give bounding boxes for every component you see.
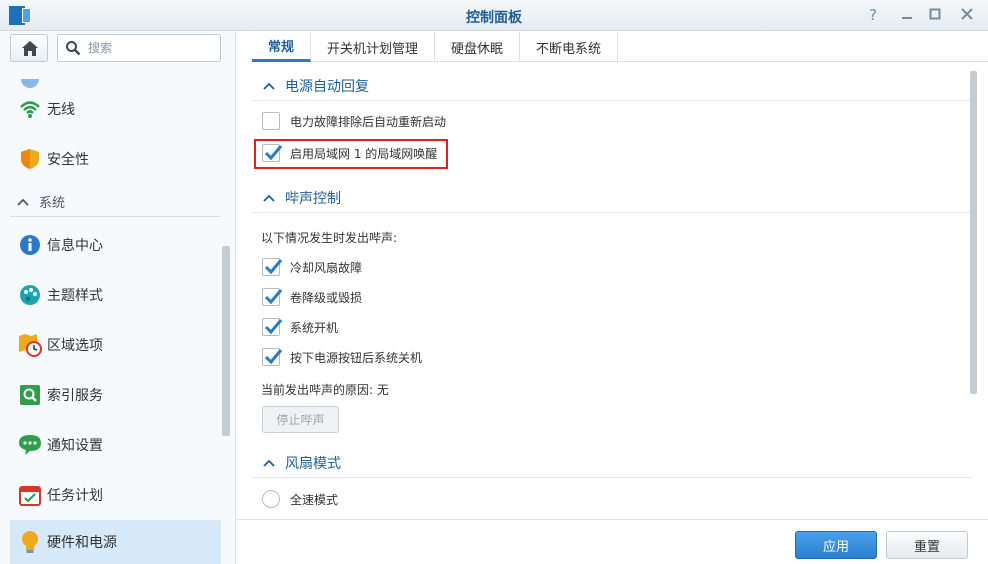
section-power-recovery-header[interactable]: 电源自动回复 [252, 71, 972, 101]
stop-beep-button[interactable]: 停止哔声 [262, 406, 339, 433]
fan-full-speed-option[interactable]: 全速模式 [262, 487, 338, 511]
window-title: 控制面板 [466, 10, 522, 26]
sidebar-item-label: 任务计划 [47, 488, 103, 504]
wake-on-lan-option[interactable]: 启用局域网 1 的局域网唤醒 [262, 141, 437, 165]
apply-button[interactable]: 应用 [795, 531, 877, 559]
checkmark-icon [264, 145, 283, 161]
beep-system-startup-checkbox[interactable] [262, 318, 283, 336]
chevron-up-icon [263, 459, 275, 467]
section-title: 哔声控制 [285, 190, 341, 207]
restart-after-power-failure-checkbox[interactable] [262, 112, 280, 130]
sidebar-item-regional[interactable]: 区域选项 [10, 323, 221, 367]
sidebar-item-indexing[interactable]: 索引服务 [10, 373, 221, 417]
section-beep-control-header[interactable]: 哔声控制 [252, 183, 972, 213]
search-icon [66, 41, 81, 56]
beep-volume-degraded-checkbox[interactable] [262, 288, 283, 306]
beep-power-button-shutdown-option[interactable]: 按下电源按钮后系统关机 [262, 345, 422, 369]
title-bar: 控制面板 ? [0, 0, 988, 31]
checkmark-icon [264, 259, 283, 275]
info-icon [17, 232, 43, 258]
search-box[interactable] [57, 34, 221, 62]
sidebar-item-label: 无线 [47, 102, 75, 118]
content-scrollbar[interactable] [970, 71, 977, 394]
fan-full-speed-radio[interactable] [262, 490, 280, 508]
section-title: 电源自动回复 [285, 78, 369, 95]
chevron-up-icon [263, 82, 275, 90]
sidebar-item-label: 通知设置 [47, 438, 103, 454]
sidebar-item-hardware-power[interactable]: 硬件和电源 [10, 520, 221, 564]
clock-map-icon [17, 332, 43, 358]
minimize-icon[interactable] [897, 5, 917, 25]
beep-volume-degraded-option[interactable]: 卷降级或毁损 [262, 285, 362, 309]
section-title: 风扇模式 [285, 455, 341, 472]
wake-on-lan-checkbox[interactable] [262, 144, 283, 162]
option-label: 按下电源按钮后系统关机 [290, 350, 423, 365]
sidebar-item-wireless[interactable]: 无线 [10, 87, 221, 131]
option-label: 全速模式 [290, 492, 339, 507]
home-icon [22, 41, 38, 56]
chevron-up-icon [17, 198, 29, 206]
sidebar-scrollbar[interactable] [222, 246, 230, 436]
shield-icon [17, 146, 43, 172]
sidebar-item-info-center[interactable]: 信息中心 [10, 223, 221, 267]
sidebar-item-label: 硬件和电源 [47, 535, 117, 551]
chevron-up-icon [263, 194, 275, 202]
close-icon[interactable] [957, 5, 977, 25]
beep-fan-failure-checkbox[interactable] [262, 258, 283, 276]
sidebar-item-notifications[interactable]: 通知设置 [10, 423, 221, 467]
option-label: 冷却风扇故障 [290, 260, 363, 275]
sidebar-item-theme[interactable]: 主题样式 [10, 273, 221, 317]
sidebar-group-system[interactable]: 系统 [10, 187, 221, 217]
option-label: 启用局域网 1 的局域网唤醒 [290, 146, 438, 161]
sidebar-item-security[interactable]: 安全性 [10, 137, 221, 181]
wifi-icon [17, 96, 43, 122]
beep-fan-failure-option[interactable]: 冷却风扇故障 [262, 255, 362, 279]
home-button[interactable] [10, 34, 48, 62]
section-fan-mode-header[interactable]: 风扇模式 [252, 448, 972, 478]
maximize-icon[interactable] [925, 5, 945, 25]
sidebar-item-task-scheduler[interactable]: 任务计划 [10, 473, 221, 517]
sidebar-group-label: 系统 [39, 196, 66, 211]
tab-ups[interactable]: 不断电系统 [520, 32, 619, 62]
chat-icon [17, 432, 43, 458]
calendar-icon [17, 482, 43, 508]
help-icon[interactable]: ? [863, 5, 883, 25]
checkmark-icon [264, 319, 283, 335]
restart-after-power-failure-option[interactable]: 电力故障排除后自动重新启动 [262, 109, 446, 133]
checkmark-icon [264, 289, 283, 305]
option-label: 系统开机 [290, 320, 339, 335]
checkmark-icon [264, 349, 283, 365]
tab-general[interactable]: 常规 [252, 32, 312, 62]
reset-button[interactable]: 重置 [886, 531, 968, 559]
beep-system-startup-option[interactable]: 系统开机 [262, 315, 338, 339]
sidebar-item-label: 信息中心 [47, 238, 103, 254]
sidebar-item-label: 索引服务 [47, 388, 103, 404]
palette-icon [17, 282, 43, 308]
option-label: 卷降级或毁损 [290, 290, 363, 305]
sidebar: 无线 安全性 系统 信息中心 [0, 31, 236, 564]
index-search-icon [17, 382, 43, 408]
content-panel: 电源自动回复 电力故障排除后自动重新启动 启用局域网 1 的局域网唤醒 哔声控制… [252, 63, 972, 519]
sidebar-item-label: 区域选项 [47, 338, 103, 354]
tab-power-schedule[interactable]: 开关机计划管理 [311, 32, 436, 62]
tab-bar: 常规 开关机计划管理 硬盘休眠 不断电系统 [252, 31, 988, 62]
current-beep-reason: 当前发出哔声的原因: 无 [261, 383, 389, 397]
bulb-icon [17, 529, 43, 555]
option-label: 电力故障排除后自动重新启动 [290, 114, 447, 129]
footer-bar: 应用 重置 [237, 519, 988, 564]
sidebar-item-label: 安全性 [47, 152, 89, 168]
sidebar-item-label: 主题样式 [47, 288, 103, 304]
search-input[interactable] [88, 39, 214, 57]
beep-power-button-shutdown-checkbox[interactable] [262, 348, 283, 366]
tab-hdd-hibernation[interactable]: 硬盘休眠 [435, 32, 521, 62]
beep-intro-text: 以下情况发生时发出哔声: [261, 231, 398, 245]
